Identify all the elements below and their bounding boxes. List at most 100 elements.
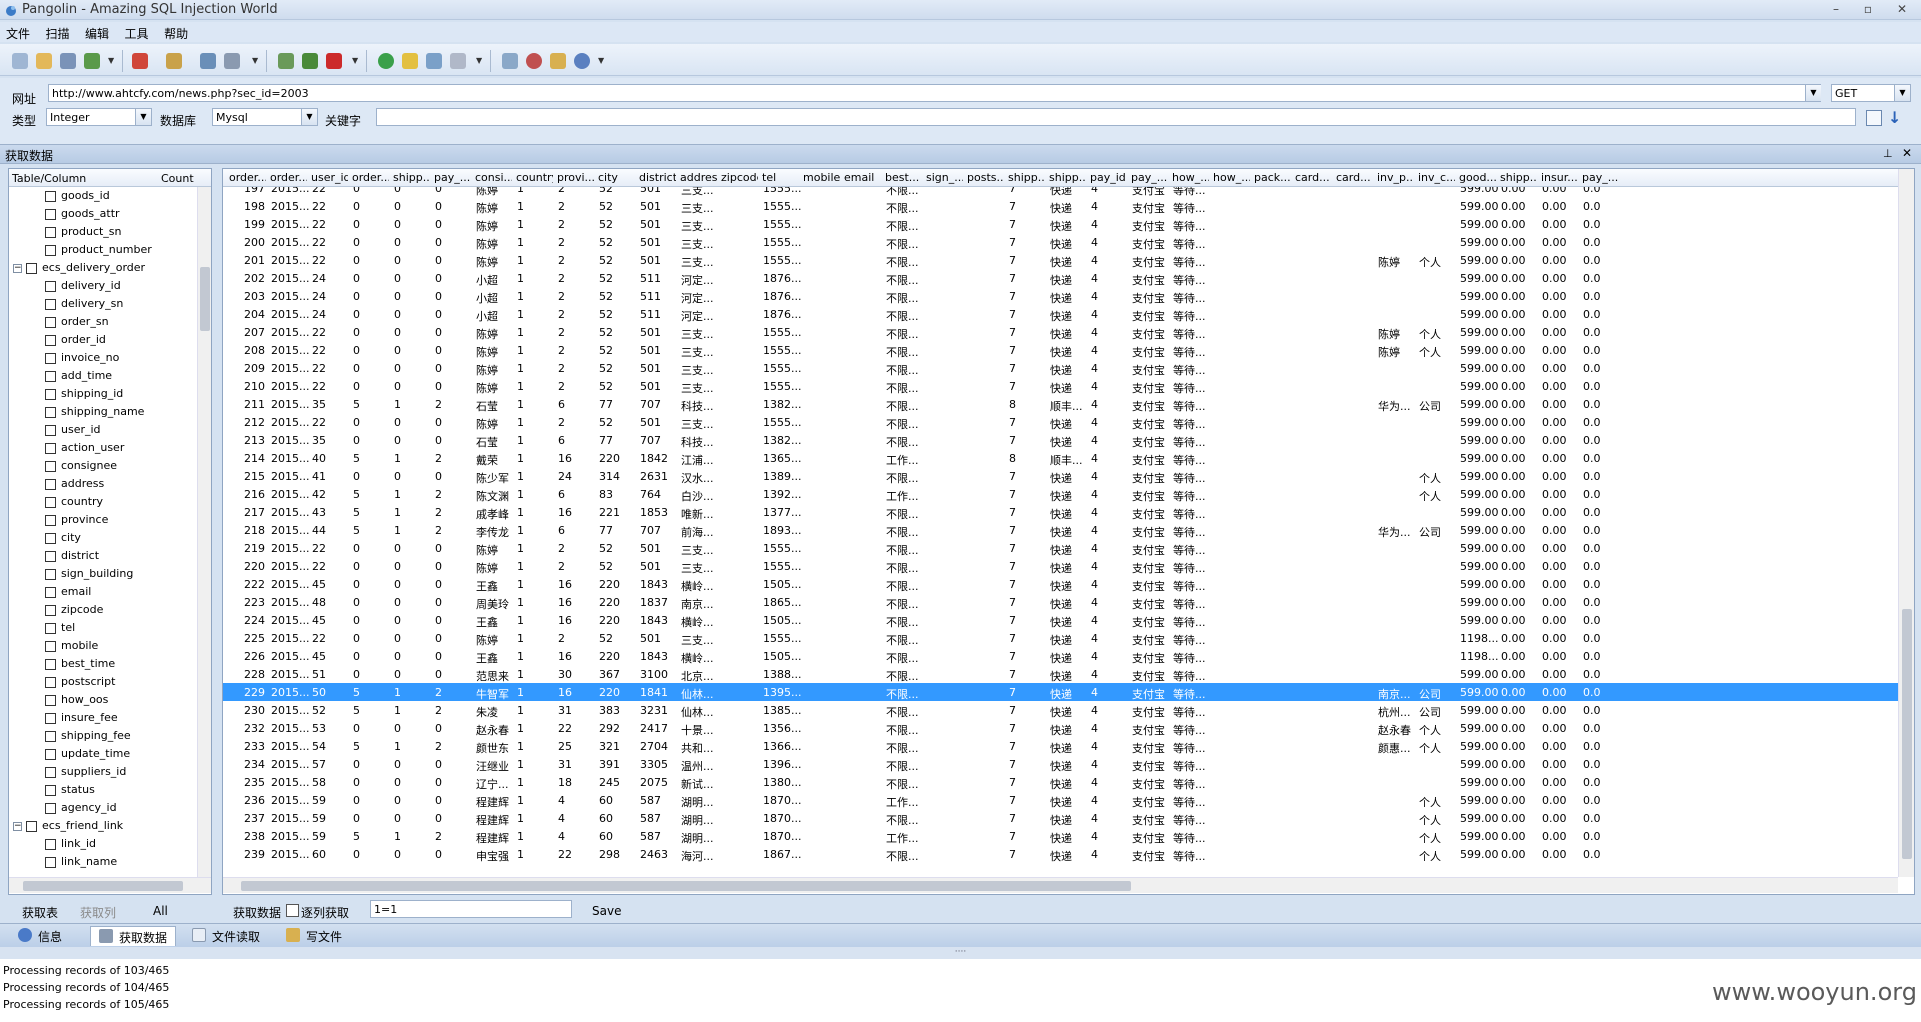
tree-column-node[interactable]: suppliers_id [45, 765, 126, 783]
grid-scroll-thumb[interactable] [1902, 609, 1912, 859]
node-checkbox[interactable] [45, 586, 56, 598]
table-row[interactable]: 220 2015... 22 0 0 0 陈婷 1 2 52 501 三支... 1555... 不限..… [223, 557, 1898, 575]
node-checkbox[interactable] [45, 388, 56, 400]
tree-column-node[interactable]: status [45, 783, 95, 801]
grid-column-header[interactable]: order... [226, 171, 266, 185]
grid-column-header[interactable]: pay_... [431, 171, 471, 185]
node-checkbox[interactable] [45, 604, 56, 616]
table-row[interactable]: 210 2015... 22 0 0 0 陈婷 1 2 52 501 三支... 1555... 不限..… [223, 377, 1898, 395]
node-checkbox[interactable] [45, 766, 56, 778]
table-row[interactable]: 208 2015... 22 0 0 0 陈婷 1 2 52 501 三支... 1555... 不限..… [223, 341, 1898, 359]
table-row[interactable]: 229 2015... 50 5 1 2 牛智军 1 16 220 1841 仙林... 1395...… [223, 683, 1898, 701]
new-icon[interactable] [12, 53, 28, 69]
table-row[interactable]: 224 2015... 45 0 0 0 王鑫 1 16 220 1843 横岭... 1505... 不… [223, 611, 1898, 629]
condition-input[interactable]: 1=1 [370, 900, 572, 918]
grid-vertical-scrollbar[interactable] [1898, 169, 1914, 877]
tab-get-data[interactable]: 获取数据 [90, 926, 177, 946]
node-checkbox[interactable] [45, 298, 56, 310]
all-button[interactable]: All [153, 904, 168, 918]
table-row[interactable]: 222 2015... 45 0 0 0 王鑫 1 16 220 1843 横岭... 1505... 不… [223, 575, 1898, 593]
home-icon[interactable] [502, 53, 518, 69]
grid-column-header[interactable]: good... [1456, 171, 1496, 185]
grid-column-header[interactable]: district [636, 171, 676, 185]
open-icon[interactable] [36, 53, 52, 69]
grid-column-header[interactable]: posts... [964, 171, 1004, 185]
tab-write-file[interactable]: 写文件 [278, 926, 350, 946]
save-icon[interactable] [60, 53, 76, 69]
node-checkbox[interactable] [45, 622, 56, 634]
log-splitter[interactable]: ···· [0, 947, 1921, 959]
info-icon[interactable] [574, 53, 590, 69]
table-row[interactable]: 228 2015... 51 0 0 0 范思来 1 30 367 3100 北京... 1388...… [223, 665, 1898, 683]
menu-edit[interactable]: 编辑 [79, 22, 115, 42]
grid-column-header[interactable]: email [841, 171, 881, 185]
table-row[interactable]: 204 2015... 24 0 0 0 小超 1 2 52 511 河定... 1876... 不限..… [223, 305, 1898, 323]
grid-column-header[interactable]: insur... [1538, 171, 1578, 185]
tree-column-node[interactable]: goods_id [45, 189, 110, 207]
tree-column-node[interactable]: postscript [45, 675, 115, 693]
grid-column-header[interactable]: pay_... [1128, 171, 1168, 185]
node-checkbox[interactable] [45, 730, 56, 742]
toolbar-dropdown-icon[interactable]: ▼ [252, 56, 258, 65]
grid-column-header[interactable]: inv_p... [1374, 171, 1414, 185]
grid-column-header[interactable]: shipp... [390, 171, 430, 185]
play-icon[interactable] [278, 53, 294, 69]
tree-column-node[interactable]: shipping_name [45, 405, 144, 423]
tree-column-node[interactable]: country [45, 495, 103, 513]
node-checkbox[interactable] [45, 370, 56, 382]
table-row[interactable]: 234 2015... 57 0 0 0 汪继业 1 31 391 3305 温州... 1396...… [223, 755, 1898, 773]
toolbar-dropdown-icon[interactable]: ▼ [598, 56, 604, 65]
tab-info[interactable]: 信息 [10, 926, 70, 946]
node-checkbox[interactable] [45, 334, 56, 346]
tree-column-node[interactable]: invoice_no [45, 351, 119, 369]
tree-column-node[interactable]: district [45, 549, 99, 567]
tree-column-node[interactable]: add_time [45, 369, 112, 387]
node-checkbox[interactable] [45, 640, 56, 652]
grid-column-header[interactable]: zipcode [718, 171, 758, 185]
arrow-down-icon[interactable]: ↓ [1888, 108, 1901, 127]
table-row[interactable]: 232 2015... 53 0 0 0 赵永春 1 22 292 2417 十景... 1356...… [223, 719, 1898, 737]
grid-column-header[interactable]: card... [1333, 171, 1373, 185]
table-row[interactable]: 201 2015... 22 0 0 0 陈婷 1 2 52 501 三支... 1555... 不限..… [223, 251, 1898, 269]
table-row[interactable]: 239 2015... 60 0 0 0 申宝强 1 22 298 2463 海河... 1867...… [223, 845, 1898, 863]
save-button[interactable]: Save [592, 904, 621, 918]
toolbar-dropdown-icon[interactable]: ▼ [108, 56, 114, 65]
collapse-icon[interactable]: − [13, 263, 22, 273]
menu-file[interactable]: 文件 [0, 22, 36, 42]
node-checkbox[interactable] [45, 496, 56, 508]
node-checkbox[interactable] [45, 352, 56, 364]
table-row[interactable]: 198 2015... 22 0 0 0 陈婷 1 2 52 501 三支... 1555... 不限..… [223, 197, 1898, 215]
node-checkbox[interactable] [26, 262, 37, 274]
node-checkbox[interactable] [45, 406, 56, 418]
node-checkbox[interactable] [45, 802, 56, 814]
grid-column-header[interactable]: shipp... [1497, 171, 1537, 185]
node-checkbox[interactable] [45, 514, 56, 526]
node-checkbox[interactable] [45, 748, 56, 760]
inject-icon[interactable] [132, 53, 148, 69]
node-checkbox[interactable] [45, 190, 56, 202]
tree-column-node[interactable]: delivery_sn [45, 297, 123, 315]
node-checkbox[interactable] [45, 316, 56, 328]
tree-column-node[interactable]: update_time [45, 747, 130, 765]
grid-hscroll-thumb[interactable] [241, 881, 1131, 891]
network-icon[interactable] [426, 53, 442, 69]
pause-icon[interactable] [302, 53, 318, 69]
settings-icon[interactable] [166, 53, 182, 69]
tree-column-node[interactable]: province [45, 513, 108, 531]
menu-help[interactable]: 帮助 [158, 22, 194, 42]
toolbar-dropdown-icon[interactable]: ▼ [476, 56, 482, 65]
tree-column-node[interactable]: user_id [45, 423, 101, 441]
menu-scan[interactable]: 扫描 [40, 22, 76, 42]
grid-column-header[interactable]: sign_... [923, 171, 963, 185]
table-row[interactable]: 233 2015... 54 5 1 2 颜世东 1 25 321 2704 共和... 1366...… [223, 737, 1898, 755]
collapse-icon[interactable]: − [13, 821, 22, 831]
table-row[interactable]: 217 2015... 43 5 1 2 戚孝峰 1 16 221 1853 唯新... 1377...… [223, 503, 1898, 521]
table-row[interactable]: 236 2015... 59 0 0 0 程建辉 1 4 60 587 湖明... 1870... 工作.… [223, 791, 1898, 809]
close-button[interactable]: ✕ [1893, 2, 1911, 16]
check-icon[interactable] [378, 53, 394, 69]
tree-column-node[interactable]: zipcode [45, 603, 103, 621]
tree-column-node[interactable]: email [45, 585, 91, 603]
table-row[interactable]: 209 2015... 22 0 0 0 陈婷 1 2 52 501 三支... 1555... 不限..… [223, 359, 1898, 377]
grid-column-header[interactable]: country [513, 171, 553, 185]
key-icon[interactable] [402, 53, 418, 69]
